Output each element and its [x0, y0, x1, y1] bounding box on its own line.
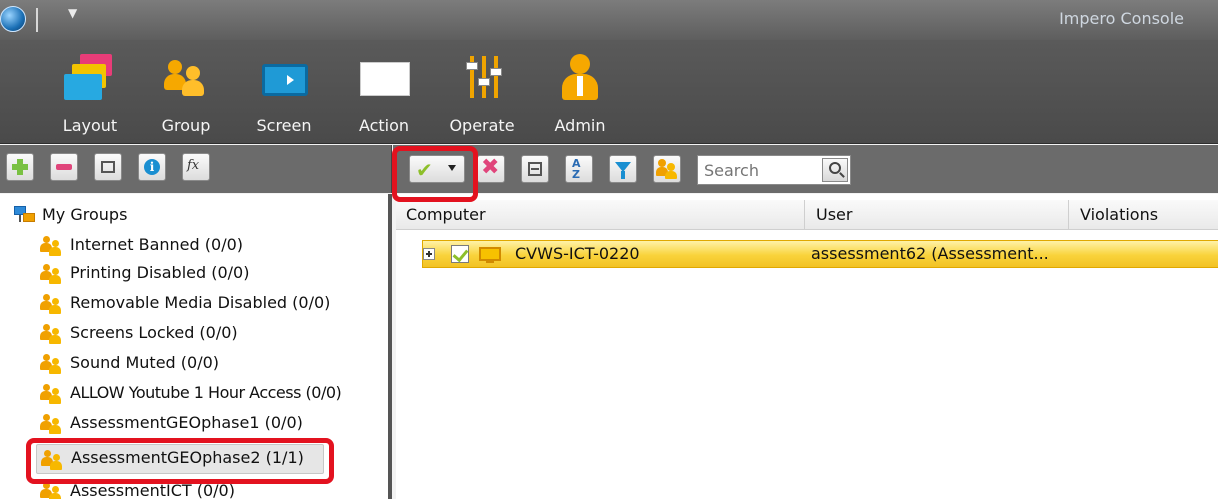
group-icon: [158, 50, 214, 102]
rename-icon: [101, 161, 115, 173]
title-bar: ▼ Impero Console: [0, 0, 1218, 40]
group-icon: [40, 292, 64, 314]
group-button[interactable]: Group: [148, 50, 224, 140]
search-button[interactable]: [822, 158, 848, 182]
groups-tree: My Groups Internet Banned (0/0) Printing…: [0, 194, 392, 499]
remove-group-icon: [56, 164, 72, 170]
grid-header: Computer User Violations: [396, 200, 1218, 230]
filter-button[interactable]: [609, 155, 637, 183]
group-icon: [41, 448, 65, 470]
info-icon: i: [144, 159, 160, 175]
tree-item-label: AssessmentGEOphase2 (1/1): [71, 448, 304, 467]
search-icon: [829, 162, 841, 174]
group-icon: [40, 412, 64, 434]
action-button[interactable]: Action: [346, 50, 422, 140]
column-header-violations[interactable]: Violations: [1080, 205, 1158, 224]
app-menu-icon[interactable]: [0, 6, 26, 32]
chevron-down-icon: [448, 165, 456, 171]
tree-item-label: AssessmentICT (0/0): [70, 481, 235, 499]
group-icon: [40, 322, 64, 344]
column-divider[interactable]: [804, 200, 805, 230]
tree-item-label: Sound Muted (0/0): [70, 353, 220, 372]
table-row[interactable]: CVWS-ICT-0220 assessment62 (Assessment..…: [422, 240, 1218, 268]
screen-label: Screen: [256, 116, 312, 135]
function-button[interactable]: fx: [182, 153, 210, 181]
admin-button[interactable]: Admin: [542, 50, 618, 140]
group-icon: [656, 159, 678, 179]
computer-icon: [479, 247, 501, 263]
group-icon: [40, 234, 64, 256]
expand-icon[interactable]: [423, 248, 435, 260]
network-groups-icon: [14, 204, 38, 226]
operate-sliders-icon: [454, 50, 510, 102]
select-all-check-icon: ✔: [416, 158, 433, 182]
tree-item-label: AssessmentGEOphase1 (0/0): [70, 413, 303, 432]
group-icon: [40, 480, 64, 499]
row-checkbox[interactable]: [451, 245, 469, 263]
deselect-icon: ✖: [481, 155, 500, 180]
tree-item-label: Printing Disabled (0/0): [70, 263, 250, 282]
group-icon: [40, 352, 64, 374]
quick-access-dropdown-icon[interactable]: ▼: [68, 6, 77, 20]
select-check-dropdown-button[interactable]: ✔: [409, 155, 465, 183]
function-icon: fx: [187, 158, 200, 173]
search-box: [697, 155, 851, 185]
rename-button[interactable]: [94, 153, 122, 181]
tree-item-assessmentgeophase2[interactable]: AssessmentGEOphase2 (1/1): [36, 444, 324, 474]
sort-icon: A Z: [572, 157, 581, 181]
window-title: Impero Console: [1059, 9, 1184, 28]
column-divider[interactable]: [1068, 200, 1069, 230]
tree-item-label: Removable Media Disabled (0/0): [70, 293, 331, 312]
deselect-button[interactable]: ✖: [477, 155, 505, 183]
remove-group-button[interactable]: [50, 153, 78, 181]
sort-button[interactable]: A Z: [565, 155, 593, 183]
add-group-button[interactable]: [6, 153, 34, 181]
group-label: Group: [161, 116, 211, 135]
collapse-all-button[interactable]: [521, 155, 549, 183]
group-icon: [40, 262, 64, 284]
operate-label: Operate: [449, 116, 515, 135]
computer-name: CVWS-ICT-0220: [515, 244, 640, 263]
collapse-all-icon: [528, 162, 542, 176]
layout-label: Layout: [62, 116, 118, 135]
tree-item-label: ALLOW Youtube 1 Hour Access (0/0): [70, 383, 342, 402]
search-input[interactable]: [698, 156, 818, 184]
action-label: Action: [358, 116, 410, 135]
column-header-user[interactable]: User: [816, 205, 852, 224]
group-icon: [40, 382, 64, 404]
group-view-button[interactable]: [653, 155, 681, 183]
computers-toolbar: ✔ ✖ A Z: [393, 145, 1218, 193]
layout-icon: [62, 50, 118, 102]
tree-root-label: My Groups: [42, 205, 128, 224]
layout-button[interactable]: Layout: [52, 50, 128, 140]
info-button[interactable]: i: [138, 153, 166, 181]
groups-toolbar: i fx: [0, 145, 392, 193]
admin-label: Admin: [554, 116, 606, 135]
column-header-computer[interactable]: Computer: [406, 205, 486, 224]
ribbon: Layout Group Screen Action Operate Admin: [0, 40, 1218, 144]
computers-grid: Computer User Violations CVWS-ICT-0220 a…: [396, 194, 1218, 499]
screen-button[interactable]: Screen: [246, 50, 322, 140]
tree-item-label: Screens Locked (0/0): [70, 323, 238, 342]
action-icon: [356, 50, 412, 102]
tree-item-label: Internet Banned (0/0): [70, 235, 243, 254]
filter-icon: [615, 162, 631, 179]
screen-icon: [256, 50, 312, 102]
quick-access-separator: [36, 8, 38, 32]
user-name: assessment62 (Assessment...: [811, 244, 1049, 263]
operate-button[interactable]: Operate: [444, 50, 520, 140]
admin-icon: [552, 50, 608, 102]
